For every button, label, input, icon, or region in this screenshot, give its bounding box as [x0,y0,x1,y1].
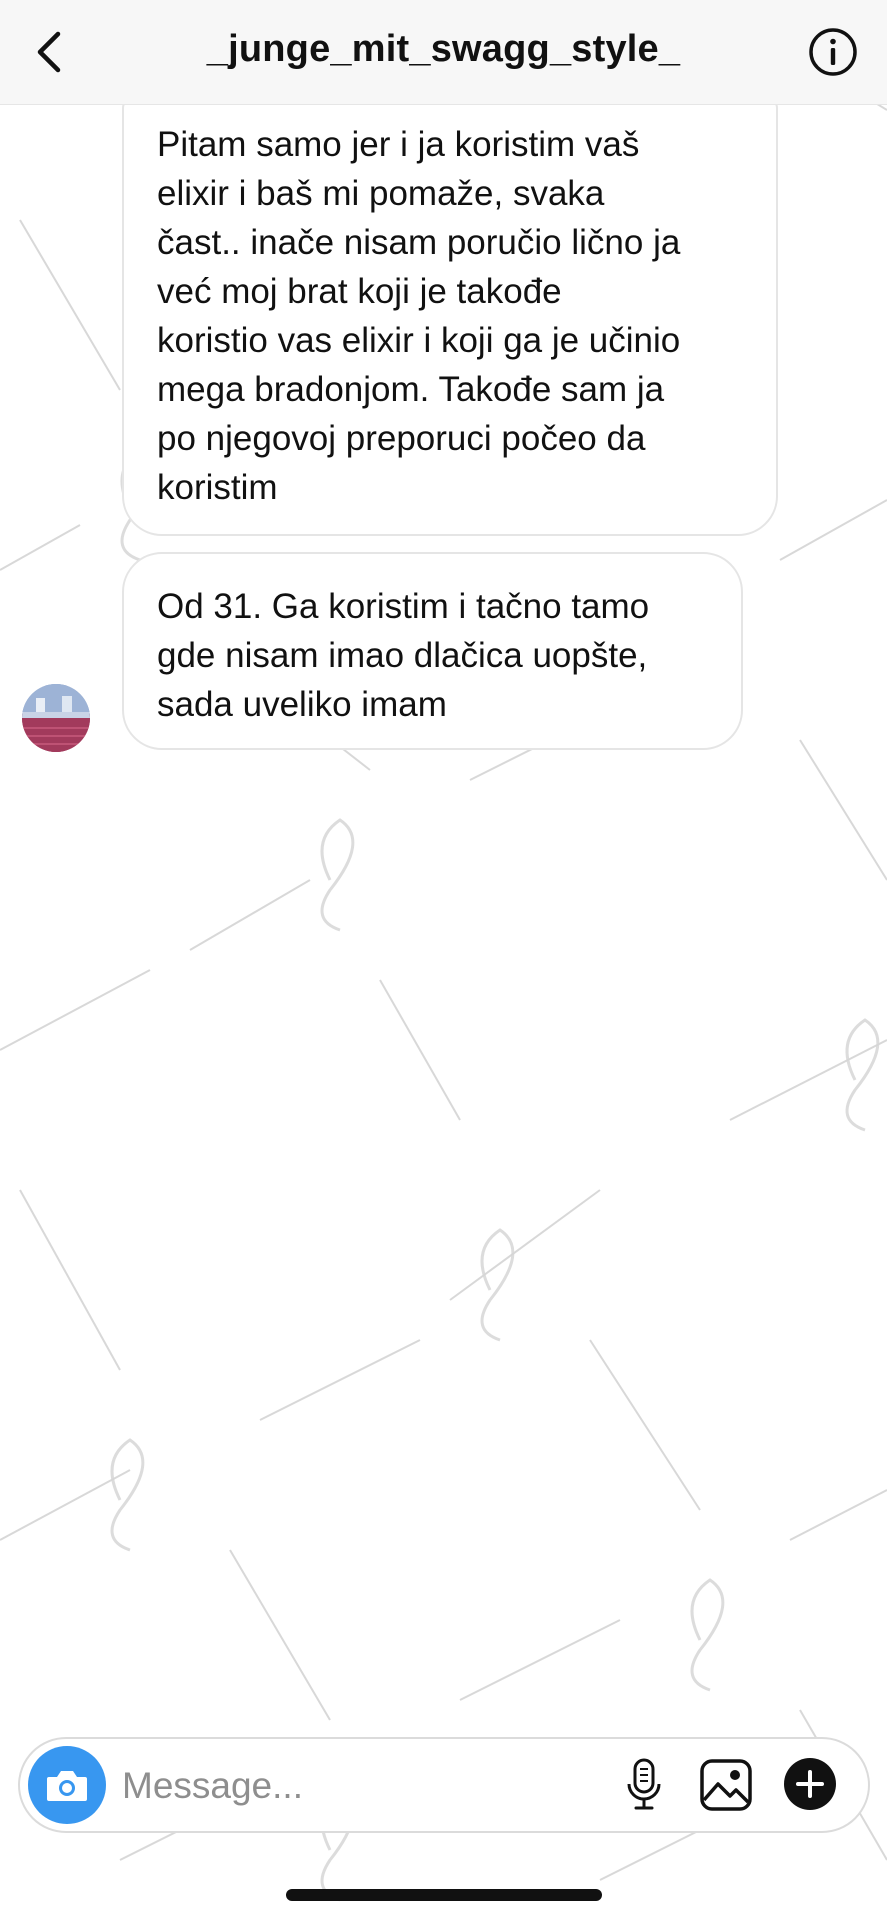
avatar-image [22,684,90,752]
home-indicator[interactable] [286,1889,602,1901]
plus-icon [784,1758,836,1810]
message-bubble: Pitam samo jer i ja koristim vaš elixir … [122,98,778,536]
chevron-left-icon [37,31,61,73]
message-line: već moj brat koji je takođe [157,272,562,311]
microphone-icon [627,1758,661,1810]
camera-icon [47,1771,87,1801]
message-line: koristio vas elixir i koji ga je učinio [157,321,681,360]
sender-avatar[interactable] [22,684,90,752]
conversation-title[interactable]: _junge_mit_swagg_style_ [140,28,747,71]
message-input[interactable] [120,1757,524,1815]
message-line: Pitam samo jer i ja koristim vaš [157,125,640,164]
message-line: sada uveliko imam [157,685,447,724]
voice-message-button[interactable] [616,1755,672,1815]
message-bubble: Od 31. Ga koristim i tačno tamo gde nisa… [122,552,743,750]
gallery-icon [700,1759,752,1811]
message-line: Od 31. Ga koristim i tačno tamo [157,587,650,626]
info-button[interactable] [807,26,859,78]
message-line: po njegovoj preporuci počeo da [157,419,646,458]
gallery-button[interactable] [696,1755,756,1815]
info-icon [809,28,857,76]
message-line: gde nisam imao dlačica uopšte, [157,636,648,675]
conversation-header: _junge_mit_swagg_style_ [0,0,887,105]
message-line: čast.. inače nisam poručio lično ja [157,223,681,262]
message-line: mega bradonjom. Takođe sam ja [157,370,665,409]
camera-button[interactable] [28,1746,106,1824]
message-composer [18,1737,870,1833]
message-line: koristim [157,468,278,507]
back-button[interactable] [20,22,80,82]
direct-message-screen: _junge_mit_swagg_style_ Pitam samo jer i… [0,0,887,1920]
message-line: elixir i baš mi pomaže, svaka [157,174,605,213]
more-options-button[interactable] [782,1756,838,1812]
